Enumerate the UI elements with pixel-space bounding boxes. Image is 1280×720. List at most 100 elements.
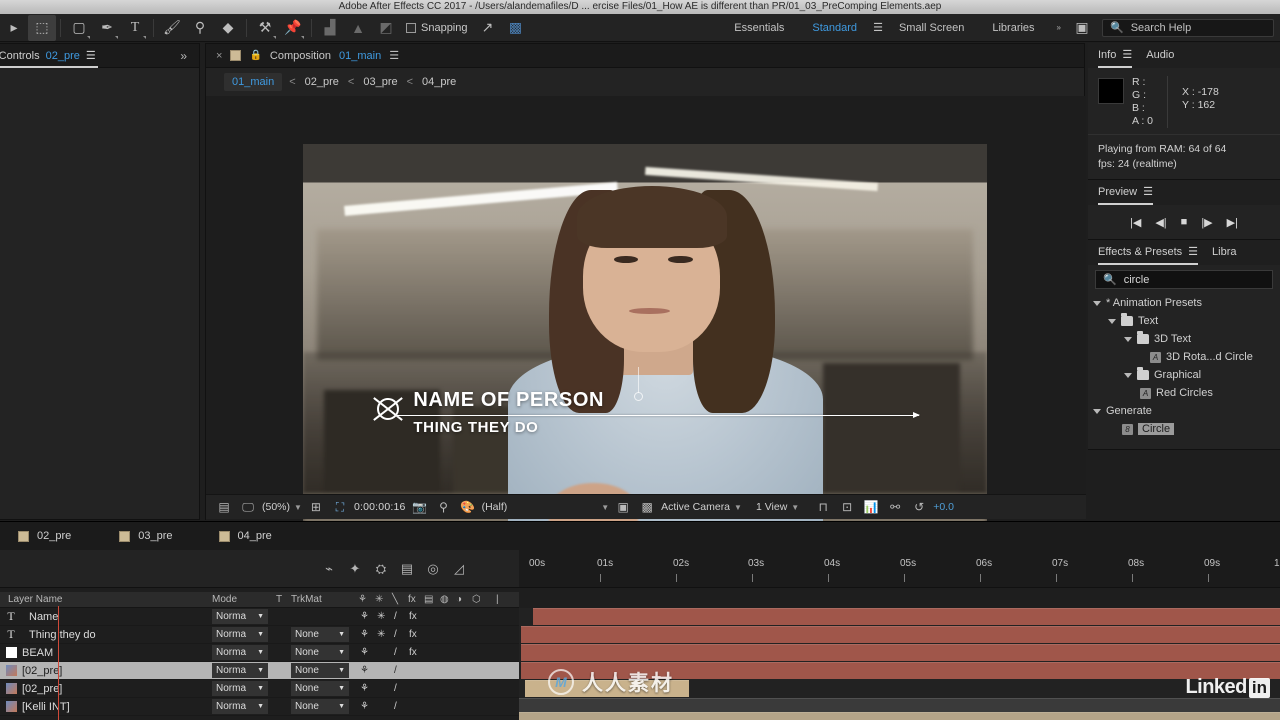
tree-item-3d-text[interactable]: 3D Text xyxy=(1088,330,1280,348)
layer-mode-select[interactable]: Norma ▼ xyxy=(212,627,268,642)
timeline-tab-03-pre[interactable]: 03_pre xyxy=(85,530,186,542)
brush-tool-icon[interactable]: 🖌 xyxy=(158,15,186,41)
graph-editor-icon[interactable]: ⌁ xyxy=(316,557,342,581)
renderer-options-icon[interactable]: ⚯ xyxy=(885,498,905,517)
reset-exposure-icon[interactable]: ↺ xyxy=(909,498,929,517)
layer-name[interactable]: [02_pre] xyxy=(17,665,62,677)
snapping-toggle[interactable]: Snapping xyxy=(406,22,468,34)
tree-item-text[interactable]: Text xyxy=(1088,312,1280,330)
fast-previews-icon[interactable]: ⊡ xyxy=(837,498,857,517)
breadcrumb-item-02-pre[interactable]: 02_pre xyxy=(303,73,341,91)
always-preview-icon[interactable]: ▤ xyxy=(214,498,234,517)
column-layer-name[interactable]: Layer Name xyxy=(8,594,62,605)
triangle-down-icon[interactable] xyxy=(1124,336,1132,342)
layer-mode-select[interactable]: Norma ▼ xyxy=(212,681,268,696)
breadcrumb-item-01-main[interactable]: 01_main xyxy=(224,73,283,91)
clip-bar-beam[interactable] xyxy=(521,644,1280,661)
roto-brush-tool-icon[interactable]: ⚒ xyxy=(251,15,279,41)
parent-link-icon[interactable]: ⚘ xyxy=(360,629,369,640)
layer-mode-select[interactable]: Norma ▼ xyxy=(212,663,268,678)
hand-zoom-tool-icon[interactable]: ⬚ xyxy=(28,14,56,41)
effects-icon[interactable]: / xyxy=(394,629,397,640)
view-layout-value[interactable]: 1 View xyxy=(756,501,787,513)
views-chevron-down-icon[interactable]: ▼ xyxy=(791,503,799,512)
triangle-down-icon[interactable] xyxy=(1093,300,1101,306)
stop-button[interactable]: ■ xyxy=(1181,216,1188,228)
info-menu-icon[interactable]: ☰ xyxy=(1122,43,1132,68)
timeline-tab-02-pre[interactable]: 02_pre xyxy=(0,530,85,542)
layer-name[interactable]: [02_pre] xyxy=(17,683,62,695)
track-matte-select[interactable]: None ▼ xyxy=(291,627,349,642)
current-timecode[interactable]: 0:00:00:16 xyxy=(354,501,406,513)
triangle-down-icon[interactable] xyxy=(1108,318,1116,324)
camera-chevron-down-icon[interactable]: ▼ xyxy=(734,503,742,512)
effects-presets-menu-icon[interactable]: ☰ xyxy=(1188,240,1198,265)
effects-icon[interactable]: / xyxy=(394,647,397,658)
3d-renderer-icon[interactable]: ✦ xyxy=(342,557,368,581)
channels-icon[interactable]: 🎨 xyxy=(458,498,478,517)
tree-item-red-circles[interactable]: A Red Circles xyxy=(1088,384,1280,402)
layer-name[interactable]: [Kelli INT] xyxy=(17,701,70,713)
clip-bar-thing-they-do[interactable] xyxy=(521,626,1280,643)
composition-stage[interactable]: NAME OF PERSON THING THEY DO xyxy=(206,96,1086,529)
parent-link-icon[interactable]: ⚘ xyxy=(360,701,369,712)
resolution-value[interactable]: (Half) xyxy=(482,501,508,513)
layer-mode-select[interactable]: Norma ▼ xyxy=(212,609,268,624)
column-t[interactable]: T xyxy=(276,594,282,605)
show-snapshot-icon[interactable]: ⚲ xyxy=(434,498,454,517)
first-frame-button[interactable]: |◀ xyxy=(1130,216,1141,229)
workspace-small-screen[interactable]: Small Screen xyxy=(885,22,978,34)
tab-preview[interactable]: Preview ☰ xyxy=(1098,180,1153,205)
table-row[interactable]: [02_pre] Norma ▼ None ▼ ⚘ / xyxy=(0,680,519,698)
table-row[interactable]: T Name Norma ▼ ⚘ ✳ / fx xyxy=(0,608,519,626)
tree-item-3d-rotated-circle[interactable]: A 3D Rota...d Circle xyxy=(1088,348,1280,366)
triangle-down-icon[interactable] xyxy=(1124,372,1132,378)
track-matte-select[interactable]: None ▼ xyxy=(291,681,349,696)
parent-link-icon[interactable]: ⚘ xyxy=(360,611,369,622)
timeline-track-area[interactable] xyxy=(519,608,1280,720)
breadcrumb-item-03-pre[interactable]: 03_pre xyxy=(361,73,399,91)
pen-tool-icon[interactable]: ✒ xyxy=(93,15,121,41)
tree-item-generate[interactable]: Generate xyxy=(1088,402,1280,420)
search-help-field[interactable]: 🔍 Search Help xyxy=(1102,18,1274,37)
graph-curve-icon[interactable]: ◿ xyxy=(446,557,472,581)
tab-libraries[interactable]: Libra xyxy=(1212,240,1236,265)
preview-menu-icon[interactable]: ☰ xyxy=(1143,180,1153,205)
tab-effects-presets[interactable]: Effects & Presets ☰ xyxy=(1098,240,1198,265)
zoom-level-value[interactable]: (50%) xyxy=(262,501,290,513)
lock-icon[interactable]: 🔒 xyxy=(249,50,261,61)
effects-icon[interactable]: / xyxy=(394,683,397,694)
workspace-standard[interactable]: Standard xyxy=(798,22,871,34)
timeline-ruler[interactable]: 00s 01s 02s 03s 04s 05s 06s 07s 08s 09s … xyxy=(519,550,1280,588)
column-mode[interactable]: Mode xyxy=(212,594,237,605)
table-row[interactable]: BEAM Norma ▼ None ▼ ⚘ / fx xyxy=(0,644,519,662)
timeline-graph-icon[interactable]: 📊 xyxy=(861,498,881,517)
tab-effect-controls[interactable]: ffect Controls 02_pre ☰ xyxy=(0,44,98,68)
track-matte-select[interactable]: None ▼ xyxy=(291,699,349,714)
table-row[interactable]: [02_pre] Norma ▼ None ▼ ⚘ / xyxy=(0,662,519,680)
composition-menu-icon[interactable]: ☰ xyxy=(389,49,399,62)
table-row[interactable]: [Kelli INT] Norma ▼ None ▼ ⚘ / xyxy=(0,698,519,716)
tree-item-animation-presets[interactable]: * Animation Presets xyxy=(1088,294,1280,312)
next-frame-button[interactable]: |▶ xyxy=(1201,216,1212,229)
tab-audio[interactable]: Audio xyxy=(1146,43,1174,68)
parent-link-icon[interactable]: ⚘ xyxy=(360,647,369,658)
column-trkmat[interactable]: TrkMat xyxy=(291,594,322,605)
region-of-interest-icon[interactable]: ⛶ xyxy=(330,498,350,517)
motion-blur-icon[interactable]: ⛭ xyxy=(368,557,394,581)
table-row[interactable]: T Thing they do Norma ▼ None ▼ ⚘ ✳ / fx xyxy=(0,626,519,644)
quality-icon[interactable]: ✳ xyxy=(377,629,385,640)
puppet-pin-tool-icon[interactable]: 📌 xyxy=(279,15,307,41)
zoom-chevron-down-icon[interactable]: ▼ xyxy=(294,503,302,512)
quality-icon[interactable]: ✳ xyxy=(377,611,385,622)
effects-icon[interactable]: / xyxy=(394,701,397,712)
effect-controls-menu-icon[interactable]: ☰ xyxy=(86,44,98,68)
tree-item-graphical[interactable]: Graphical xyxy=(1088,366,1280,384)
camera-value[interactable]: Active Camera xyxy=(661,501,730,513)
last-frame-button[interactable]: ▶| xyxy=(1227,216,1238,229)
workspace-settings-icon[interactable]: ▣ xyxy=(1068,15,1096,41)
layer-name[interactable]: Name xyxy=(22,611,58,623)
timeline-tab-04-pre[interactable]: 04_pre xyxy=(187,530,286,542)
layer-mode-select[interactable]: Norma ▼ xyxy=(212,645,268,660)
triangle-down-icon[interactable] xyxy=(1093,408,1101,414)
